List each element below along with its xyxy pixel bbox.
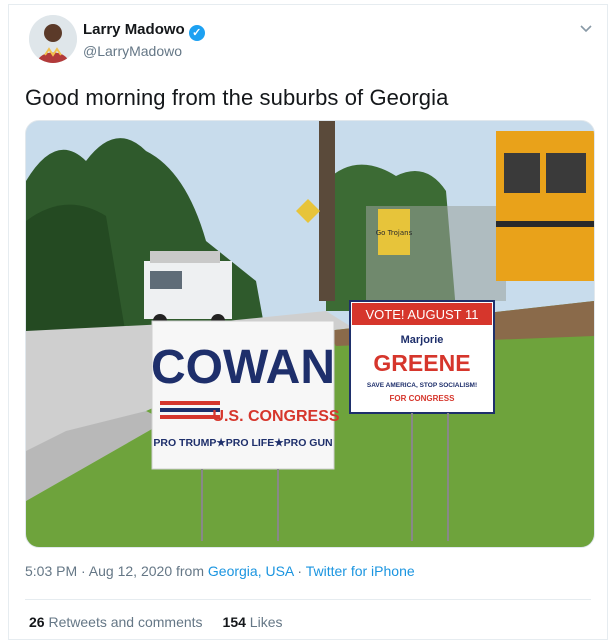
meta-separator: ·: [293, 563, 306, 579]
likes-count: 154: [222, 614, 246, 630]
tweet-stats: 26 Retweets and comments 154 Likes: [29, 614, 282, 630]
retweets-label: Retweets and comments: [48, 614, 203, 630]
cowan-office: U.S. CONGRESS: [212, 408, 339, 425]
chevron-down-icon[interactable]: [579, 21, 593, 35]
source-link[interactable]: Twitter for iPhone: [306, 563, 415, 579]
greene-last-name: GREENE: [373, 350, 470, 376]
timestamp[interactable]: 5:03 PM · Aug 12, 2020 from: [25, 563, 208, 579]
author-name-text[interactable]: Larry Madowo: [83, 21, 185, 38]
avatar[interactable]: [29, 15, 77, 63]
greene-first-name: Marjorie: [401, 334, 444, 346]
greene-slogan: SAVE AMERICA, STOP SOCIALISM!: [367, 382, 477, 389]
author-handle[interactable]: @LarryMadowo: [83, 43, 182, 59]
retweets-count: 26: [29, 614, 45, 630]
tweet-meta: 5:03 PM · Aug 12, 2020 from Georgia, USA…: [25, 563, 415, 579]
cowan-name: COWAN: [151, 341, 335, 394]
fence-banner-text: Go Trojans: [376, 229, 413, 237]
likes-label: Likes: [249, 614, 283, 630]
location-link[interactable]: Georgia, USA: [208, 563, 294, 579]
tweet-text: Good morning from the suburbs of Georgia: [25, 85, 449, 110]
divider: [25, 599, 591, 600]
greene-office: FOR CONGRESS: [390, 394, 456, 403]
retweets-stat[interactable]: 26 Retweets and comments: [29, 614, 203, 630]
cowan-tagline: PRO TRUMP★PRO LIFE★PRO GUN: [153, 437, 332, 449]
greene-vote-text: VOTE! AUGUST 11: [366, 307, 479, 322]
tweet-photo[interactable]: Go Trojans VOTE! AUGUST 11 Marjorie GREE…: [25, 120, 595, 548]
likes-stat[interactable]: 154 Likes: [223, 614, 283, 630]
author-name[interactable]: Larry Madowo ✓: [83, 21, 205, 41]
tweet-card: Larry Madowo ✓ @LarryMadowo Good morning …: [8, 4, 608, 640]
verified-badge-icon: ✓: [188, 25, 205, 41]
